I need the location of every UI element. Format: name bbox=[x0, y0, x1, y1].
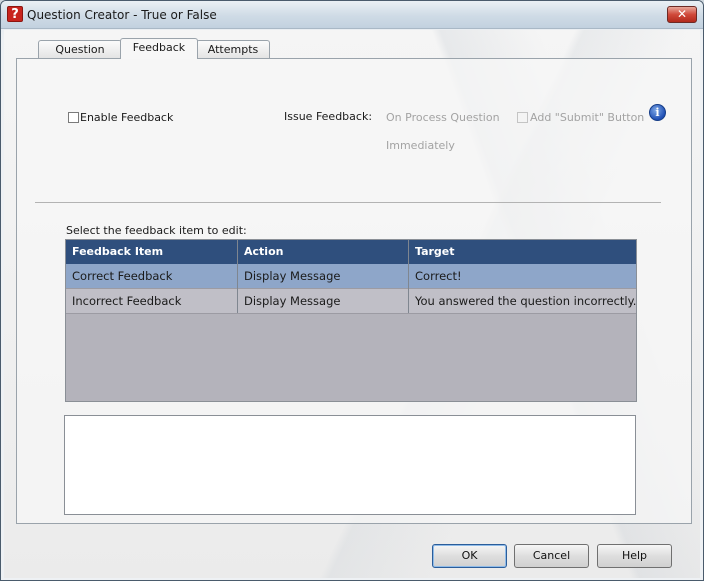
row-action: Display Message bbox=[244, 269, 341, 283]
help-button[interactable]: Help bbox=[597, 544, 672, 568]
close-button[interactable]: ✕ bbox=[667, 6, 697, 23]
feedback-table: Feedback Item Action Target Correct Feed… bbox=[65, 239, 637, 402]
issue-feedback-label: Issue Feedback: bbox=[284, 110, 373, 123]
table-header: Feedback Item Action Target bbox=[66, 240, 636, 264]
table-row[interactable]: Correct Feedback Display Message Correct… bbox=[66, 264, 636, 289]
question-creator-window: ? Question Creator - True or False ✕ Que… bbox=[0, 0, 704, 581]
feedback-panel: Enable Feedback Issue Feedback: On Proce… bbox=[16, 58, 692, 524]
row-target: You answered the question incorrectly. bbox=[415, 294, 637, 308]
tab-question[interactable]: Question bbox=[38, 40, 122, 58]
tab-attempts[interactable]: Attempts bbox=[196, 40, 270, 58]
column-divider bbox=[408, 240, 409, 313]
option-immediately[interactable]: Immediately bbox=[386, 139, 455, 152]
column-header-action[interactable]: Action bbox=[238, 240, 409, 264]
enable-feedback-label[interactable]: Enable Feedback bbox=[80, 111, 173, 124]
column-header-feedback-item[interactable]: Feedback Item bbox=[66, 240, 238, 264]
feedback-message-editor[interactable] bbox=[64, 415, 636, 515]
title-bar[interactable]: ? Question Creator - True or False ✕ bbox=[1, 1, 703, 29]
cancel-button[interactable]: Cancel bbox=[514, 544, 589, 568]
add-submit-button-label[interactable]: Add "Submit" Button bbox=[530, 111, 644, 124]
option-on-process-question[interactable]: On Process Question bbox=[386, 111, 500, 124]
dialog-client-area: Question Feedback Attempts Enable Feedba… bbox=[4, 30, 700, 578]
ok-button[interactable]: OK bbox=[432, 544, 507, 568]
section-separator bbox=[35, 202, 661, 203]
window-title: Question Creator - True or False bbox=[27, 8, 217, 22]
tab-feedback[interactable]: Feedback bbox=[120, 38, 198, 59]
table-caption: Select the feedback item to edit: bbox=[66, 224, 247, 237]
row-feedback-item: Incorrect Feedback bbox=[72, 294, 182, 308]
column-divider bbox=[237, 240, 238, 313]
row-feedback-item: Correct Feedback bbox=[72, 269, 173, 283]
row-target: Correct! bbox=[415, 269, 462, 283]
table-row[interactable]: Incorrect Feedback Display Message You a… bbox=[66, 289, 636, 314]
add-submit-button-checkbox[interactable] bbox=[517, 112, 528, 123]
info-icon[interactable]: i bbox=[649, 104, 666, 121]
row-action: Display Message bbox=[244, 294, 341, 308]
app-help-icon: ? bbox=[7, 6, 23, 22]
column-header-target[interactable]: Target bbox=[409, 240, 636, 264]
enable-feedback-checkbox[interactable] bbox=[68, 112, 79, 123]
